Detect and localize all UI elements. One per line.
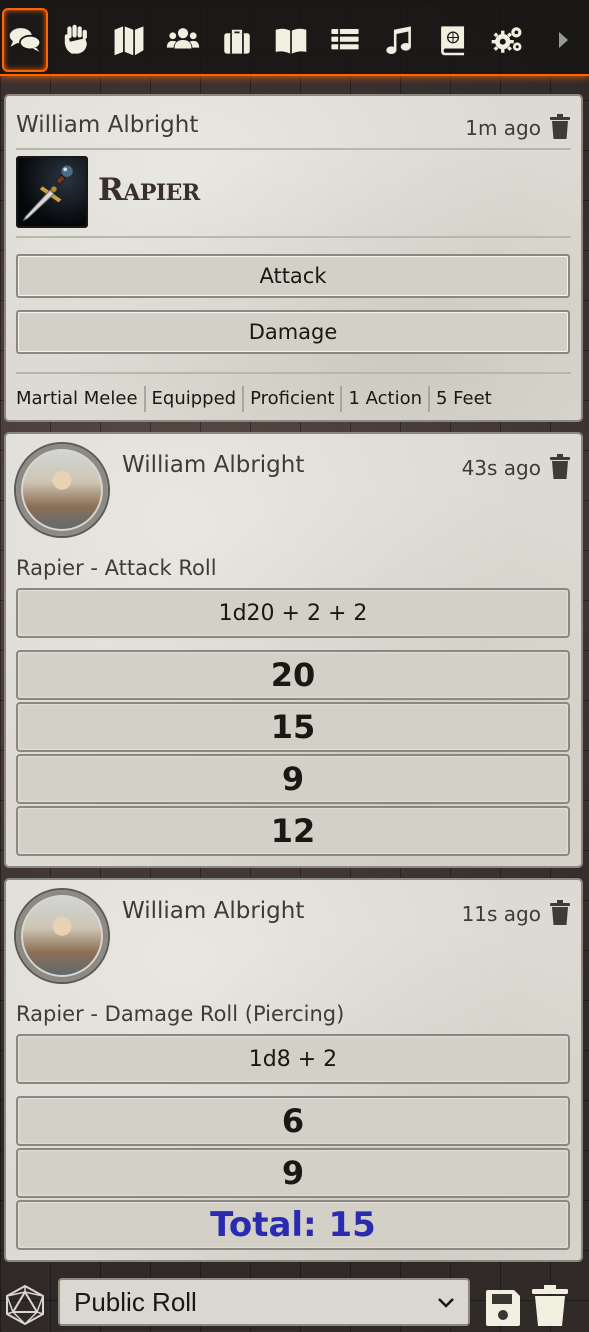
floppy-disk-icon: [486, 1290, 520, 1326]
property-tag: 1 Action: [340, 386, 428, 412]
trash-icon: [550, 454, 570, 479]
roll-flavor-text: Rapier - Damage Roll (Piercing): [16, 1002, 345, 1026]
map-icon: [114, 26, 144, 56]
delete-message-button[interactable]: [549, 900, 571, 926]
settings-tab[interactable]: [484, 8, 530, 72]
dice-formula[interactable]: 1d20 + 2 + 2: [16, 588, 570, 638]
journal-tab[interactable]: [268, 8, 314, 72]
chat-message-damage-roll: William Albright 11s ago Rapier - Damage…: [4, 878, 583, 1262]
delete-message-button[interactable]: [549, 454, 571, 480]
music-note-icon: [386, 26, 411, 55]
compendium-book-icon: [441, 26, 465, 56]
d20-icon: [6, 1284, 44, 1326]
header-divider: [16, 148, 571, 150]
clear-chat-button[interactable]: [530, 1284, 570, 1328]
item-name: Rapier: [98, 172, 200, 208]
message-timestamp: 43s ago: [461, 456, 541, 480]
dice-result: 9: [16, 1148, 570, 1198]
trash-icon: [532, 1285, 568, 1326]
export-chat-button[interactable]: [484, 1288, 522, 1328]
delete-message-button[interactable]: [549, 114, 571, 140]
chevron-down-icon: [438, 1298, 454, 1308]
property-tag: 5 Feet: [427, 386, 498, 412]
item-divider: [16, 236, 571, 238]
message-sender: William Albright: [122, 452, 305, 478]
dice-result: 12: [16, 806, 570, 856]
more-tabs-arrow[interactable]: [540, 8, 586, 72]
list-tables-icon: [331, 28, 359, 50]
dice-result: 20: [16, 650, 570, 700]
rapier-icon: [22, 165, 73, 222]
dice-formula[interactable]: 1d8 + 2: [16, 1034, 570, 1084]
dice-result: 15: [16, 702, 570, 752]
damage-button[interactable]: Damage: [16, 310, 570, 354]
property-tag: Equipped: [143, 386, 243, 412]
compendium-tab[interactable]: [430, 8, 476, 72]
items-tab[interactable]: [214, 8, 260, 72]
open-book-journal-icon: [275, 28, 307, 54]
combat-tab[interactable]: [52, 8, 98, 72]
item-properties: Martial Melee Equipped Proficient 1 Acti…: [16, 386, 498, 412]
roll-type-d20-button[interactable]: [4, 1284, 46, 1326]
attack-button[interactable]: Attack: [16, 254, 570, 298]
actors-tab[interactable]: [160, 8, 206, 72]
avatar: [16, 890, 108, 982]
tables-tab[interactable]: [322, 8, 368, 72]
users-icon: [166, 28, 200, 49]
footer-divider: [16, 372, 571, 374]
suitcase-items-icon: [224, 29, 250, 54]
item-image: [16, 156, 88, 228]
message-timestamp: 1m ago: [465, 116, 541, 140]
property-tag: Proficient: [242, 386, 340, 412]
scenes-tab[interactable]: [106, 8, 152, 72]
roll-flavor-text: Rapier - Attack Roll: [16, 556, 217, 580]
dice-result: 9: [16, 754, 570, 804]
message-sender: William Albright: [122, 898, 305, 924]
trash-icon: [550, 900, 570, 925]
chat-message-item-card: William Albright 1m ago Rapier Attack Da…: [4, 94, 583, 422]
fist-combat-icon: [64, 24, 87, 54]
chat-message-attack-roll: William Albright 43s ago Rapier - Attack…: [4, 432, 583, 868]
message-timestamp: 11s ago: [461, 902, 541, 926]
chat-tab[interactable]: [2, 8, 48, 72]
message-sender: William Albright: [16, 112, 199, 138]
roll-mode-value: Public Roll: [74, 1286, 197, 1317]
dice-total: Total: 15: [16, 1200, 570, 1250]
avatar: [16, 444, 108, 536]
chat-bubbles-icon: [9, 28, 42, 52]
dice-result: 6: [16, 1096, 570, 1146]
trash-icon: [550, 114, 570, 139]
sidebar-tabs: [0, 0, 589, 76]
caret-right-icon: [559, 32, 568, 48]
cogs-settings-icon: [491, 27, 522, 53]
playlists-tab[interactable]: [376, 8, 422, 72]
roll-mode-select[interactable]: Public Roll: [58, 1278, 470, 1326]
property-tag: Martial Melee: [16, 388, 138, 409]
